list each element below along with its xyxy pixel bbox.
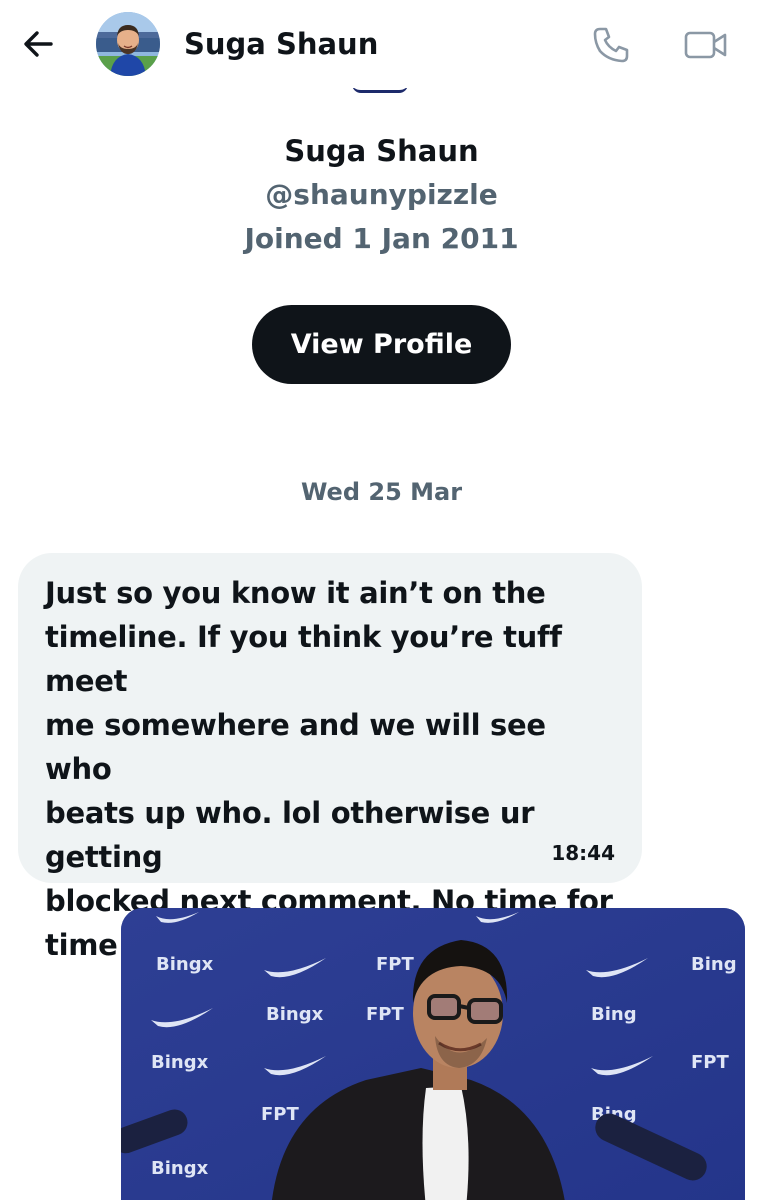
backdrop-text: FPT (261, 1104, 299, 1125)
profile-joined-date: Joined 1 Jan 2011 (244, 222, 519, 255)
press-conference-photo: Bingx FPT Bing Bingx FPT Bing Bingx FPT … (121, 908, 745, 1200)
phone-icon (593, 27, 629, 63)
dm-conversation-screen: Suga Shaun Suga Shaun @shaunypizzle Join… (0, 0, 763, 1200)
message-line: Just so you know it ain’t on the (45, 576, 546, 610)
video-call-button[interactable] (680, 20, 732, 70)
message-line: beats up who. lol otherwise ur getting (45, 796, 535, 874)
message-line: me somewhere and we will see who (45, 708, 546, 786)
backdrop-text: FPT (366, 1004, 404, 1025)
profile-handle: @shaunypizzle (265, 178, 498, 211)
back-button[interactable] (14, 20, 62, 68)
backdrop-text: Bing (591, 1004, 637, 1025)
video-camera-icon (684, 31, 727, 59)
backdrop-text: Bingx (151, 1158, 209, 1179)
avatar[interactable] (96, 12, 160, 76)
contact-name[interactable]: Suga Shaun (184, 24, 378, 64)
message-bubble[interactable]: Just so you know it ain’t on the timelin… (18, 553, 642, 962)
arrow-left-icon (24, 31, 53, 57)
backdrop-text: FPT (691, 1052, 729, 1073)
view-profile-button[interactable]: View Profile (252, 305, 511, 384)
message-timestamp: 18:44 (551, 841, 615, 865)
shirt (422, 1086, 469, 1200)
backdrop-text: Bing (691, 954, 737, 975)
backdrop-text: Bingx (266, 1004, 324, 1025)
conversation-header: Suga Shaun (0, 0, 763, 88)
backdrop-text: FPT (376, 954, 414, 975)
message-line: timeline. If you think you’re tuff meet (45, 620, 562, 698)
backdrop-text: Bingx (156, 954, 214, 975)
date-separator: Wed 25 Mar (300, 478, 463, 506)
call-button[interactable] (586, 20, 636, 70)
profile-name: Suga Shaun (284, 134, 479, 168)
backdrop-text: Bingx (151, 1052, 209, 1073)
image-message[interactable]: Bingx FPT Bing Bingx FPT Bing Bingx FPT … (121, 908, 745, 1200)
avatar-image (96, 12, 160, 76)
